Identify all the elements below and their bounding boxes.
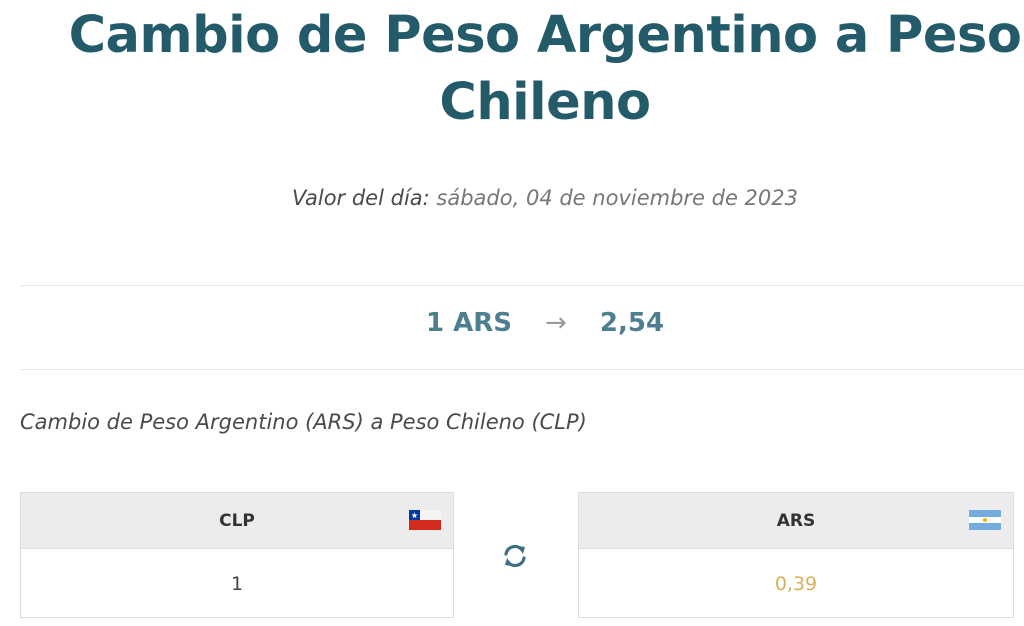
clp-amount-input[interactable]: 1 (21, 549, 453, 619)
ars-currency-label: ARS (776, 510, 816, 531)
clp-currency-label: CLP (219, 510, 255, 531)
rate-display: 1 ARS → 2,54 (0, 308, 1024, 338)
rate-arrow: → (545, 308, 567, 338)
ars-header: ARS (579, 493, 1013, 549)
clp-header: CLP (21, 493, 453, 549)
date-label: Valor del día: (291, 186, 430, 210)
clp-converter-box: CLP 1 (20, 492, 454, 618)
ars-converter-box: ARS 0,39 (578, 492, 1014, 618)
rate-from: 1 ARS (425, 308, 512, 338)
divider-bottom (20, 369, 1024, 370)
date-line: Valor del día: sábado, 04 de noviembre d… (0, 186, 1024, 210)
converter-subtitle: Cambio de Peso Argentino (ARS) a Peso Ch… (20, 410, 587, 434)
page-title: Cambio de Peso Argentino a Peso Chileno (68, 6, 1022, 132)
argentina-flag-icon (969, 510, 1001, 530)
ars-result-value[interactable]: 0,39 (579, 549, 1013, 619)
chile-flag-icon (409, 510, 441, 530)
page: Cambio de Peso Argentino a Peso Chileno … (0, 0, 1024, 626)
rate-to: 2,54 (599, 308, 665, 338)
date-value: sábado, 04 de noviembre de 2023 (436, 186, 799, 210)
swap-arrows-icon[interactable] (501, 542, 529, 570)
divider-top (20, 285, 1024, 286)
